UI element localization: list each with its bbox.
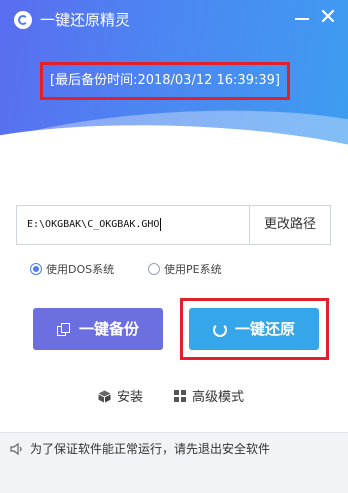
radio-dos-system[interactable]: 使用DOS系统 — [30, 262, 114, 278]
one-key-restore-button[interactable]: 一键还原 — [189, 308, 319, 350]
copy-icon — [56, 322, 71, 337]
last-backup-time: [最后备份时间:2018/03/12 16:39:39] — [40, 62, 290, 100]
one-key-backup-button[interactable]: 一键备份 — [33, 308, 163, 350]
radio-checked-icon — [30, 263, 42, 275]
footer-message: 为了保证软件能正常运行，请先退出安全软件 — [30, 442, 271, 456]
header-banner: 一键还原精灵 ✕ [最后备份时间:2018/03/12 16:39:39] — [0, 0, 348, 150]
minimize-icon — [295, 18, 309, 20]
backup-path-value: E:\OKGBAK\C_OKGBAK.GHO — [27, 219, 160, 230]
install-link[interactable]: 安装 — [98, 390, 143, 406]
radio-pe-system[interactable]: 使用PE系统 — [148, 262, 222, 278]
minimize-button[interactable] — [292, 8, 312, 28]
text-caret — [160, 217, 162, 231]
speaker-icon — [10, 442, 22, 456]
app-logo-icon — [14, 11, 32, 29]
grid-icon — [174, 390, 186, 402]
radio-unchecked-icon — [148, 263, 160, 275]
close-button[interactable]: ✕ — [318, 7, 338, 29]
window-title: 一键还原精灵 — [40, 11, 131, 29]
install-label: 安装 — [117, 390, 144, 405]
change-path-button[interactable]: 更改路径 — [249, 205, 331, 245]
radio-dos-label: 使用DOS系统 — [46, 263, 115, 276]
cube-icon — [98, 390, 111, 403]
footer-bar: 为了保证软件能正常运行，请先退出安全软件 — [0, 432, 348, 493]
advanced-mode-label: 高级模式 — [192, 390, 245, 405]
backup-button-label: 一键备份 — [78, 320, 139, 338]
backup-path-field[interactable]: E:\OKGBAK\C_OKGBAK.GHO — [16, 205, 250, 245]
radio-pe-label: 使用PE系统 — [164, 263, 222, 276]
advanced-mode-link[interactable]: 高级模式 — [174, 390, 244, 406]
restore-icon — [212, 322, 227, 337]
restore-button-label: 一键还原 — [234, 320, 295, 338]
